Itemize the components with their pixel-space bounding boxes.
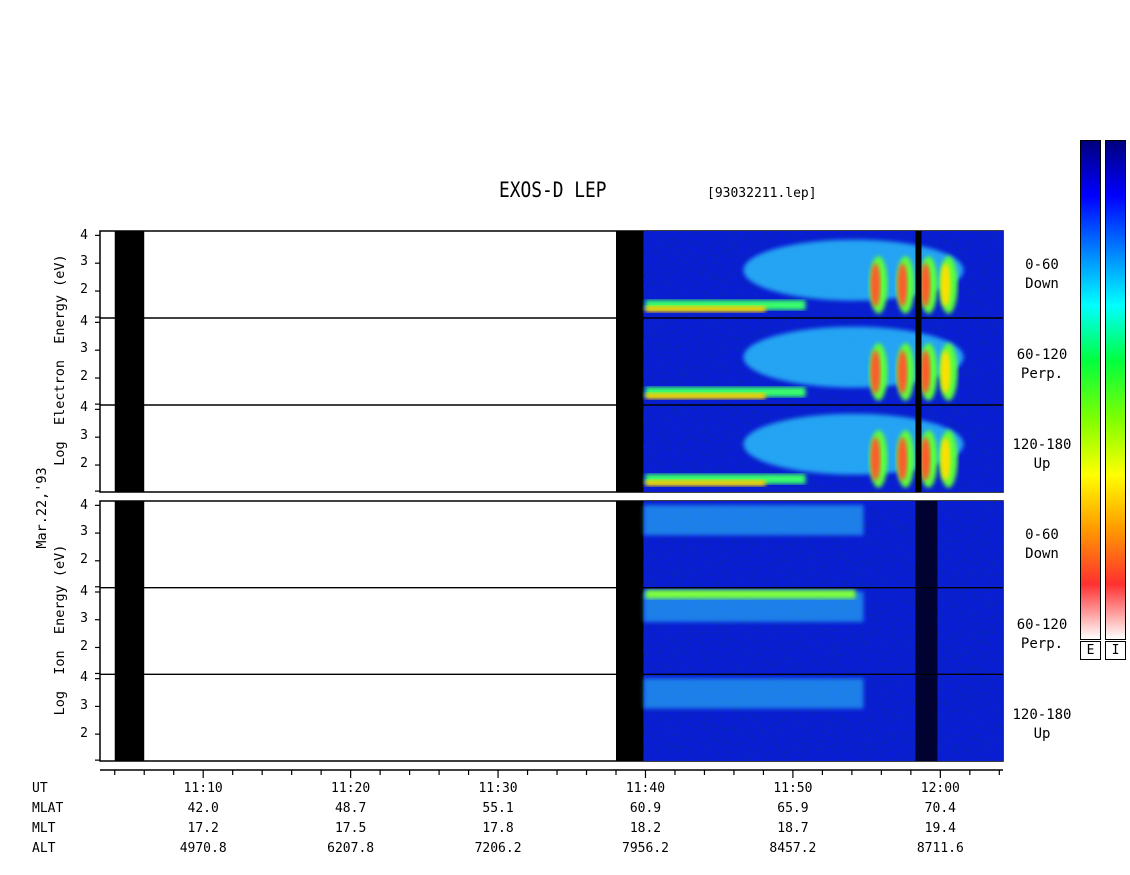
- x-value-mlat: 48.7: [334, 801, 367, 816]
- spectrogram-noise: [643, 501, 1003, 761]
- x-value-mlt: 17.2: [187, 821, 219, 836]
- x-value-mlt: 17.8: [482, 821, 514, 836]
- arc-core: [897, 263, 908, 307]
- x-value-alt: 7956.2: [622, 841, 669, 856]
- data-gap: [616, 501, 646, 761]
- gap-strip: [915, 231, 922, 318]
- arc-core: [940, 350, 951, 394]
- x-value-mlat: 55.1: [482, 801, 514, 816]
- xrow-label-mlt: MLT: [32, 821, 56, 836]
- flux-band: [645, 393, 766, 399]
- gap-strip: [915, 587, 938, 675]
- ion-band: [645, 589, 856, 599]
- x-value-ut: 11:10: [183, 781, 223, 796]
- arc-core: [897, 350, 908, 394]
- x-value-mlat: 65.9: [777, 801, 809, 816]
- data-gap: [114, 231, 145, 492]
- x-value-ut: 12:00: [920, 781, 960, 796]
- spectrogram-electron: [643, 231, 1003, 492]
- flux-band: [645, 480, 766, 486]
- gap-strip: [915, 318, 922, 405]
- x-value-mlat: 42.0: [187, 801, 219, 816]
- gap-strip: [915, 674, 938, 761]
- gap-strip: [915, 405, 922, 492]
- gap-strip: [915, 501, 938, 588]
- x-value-mlt: 19.4: [924, 821, 956, 836]
- x-value-mlat: 60.9: [629, 801, 662, 816]
- arc-core: [940, 437, 951, 481]
- x-value-alt: 8711.6: [916, 841, 964, 856]
- x-value-alt: 8457.2: [769, 841, 817, 856]
- xrow-label-mlat: MLAT: [32, 801, 64, 816]
- arc-core: [920, 437, 931, 481]
- flux-band: [645, 306, 766, 312]
- arc-core: [870, 350, 881, 394]
- data-gap: [114, 501, 145, 761]
- x-value-alt: 4970.8: [179, 841, 227, 856]
- x-value-mlt: 18.7: [777, 821, 809, 836]
- x-value-mlat: 70.4: [924, 801, 956, 816]
- xrow-label-ut: UT: [32, 781, 48, 796]
- x-value-alt: 7206.2: [474, 841, 522, 856]
- x-value-ut: 11:20: [331, 781, 371, 796]
- x-value-alt: 6207.8: [327, 841, 375, 856]
- arc-core: [940, 263, 951, 307]
- arc-core: [870, 437, 881, 481]
- xrow-label-alt: ALT: [32, 841, 56, 856]
- ion-haze: [643, 505, 864, 536]
- x-value-ut: 11:40: [625, 781, 666, 796]
- arc-core: [920, 263, 931, 307]
- x-value-ut: 11:30: [478, 781, 518, 796]
- spectrogram-ion: [643, 501, 1003, 761]
- arc-core: [920, 350, 931, 394]
- spectrogram-plot: [95, 230, 1004, 778]
- x-value-mlt: 17.5: [334, 821, 367, 836]
- x-value-ut: 11:50: [773, 781, 813, 796]
- ion-haze: [643, 678, 864, 709]
- x-value-mlt: 18.2: [629, 821, 662, 836]
- data-gap: [616, 231, 646, 492]
- arc-core: [897, 437, 908, 481]
- arc-core: [870, 263, 881, 307]
